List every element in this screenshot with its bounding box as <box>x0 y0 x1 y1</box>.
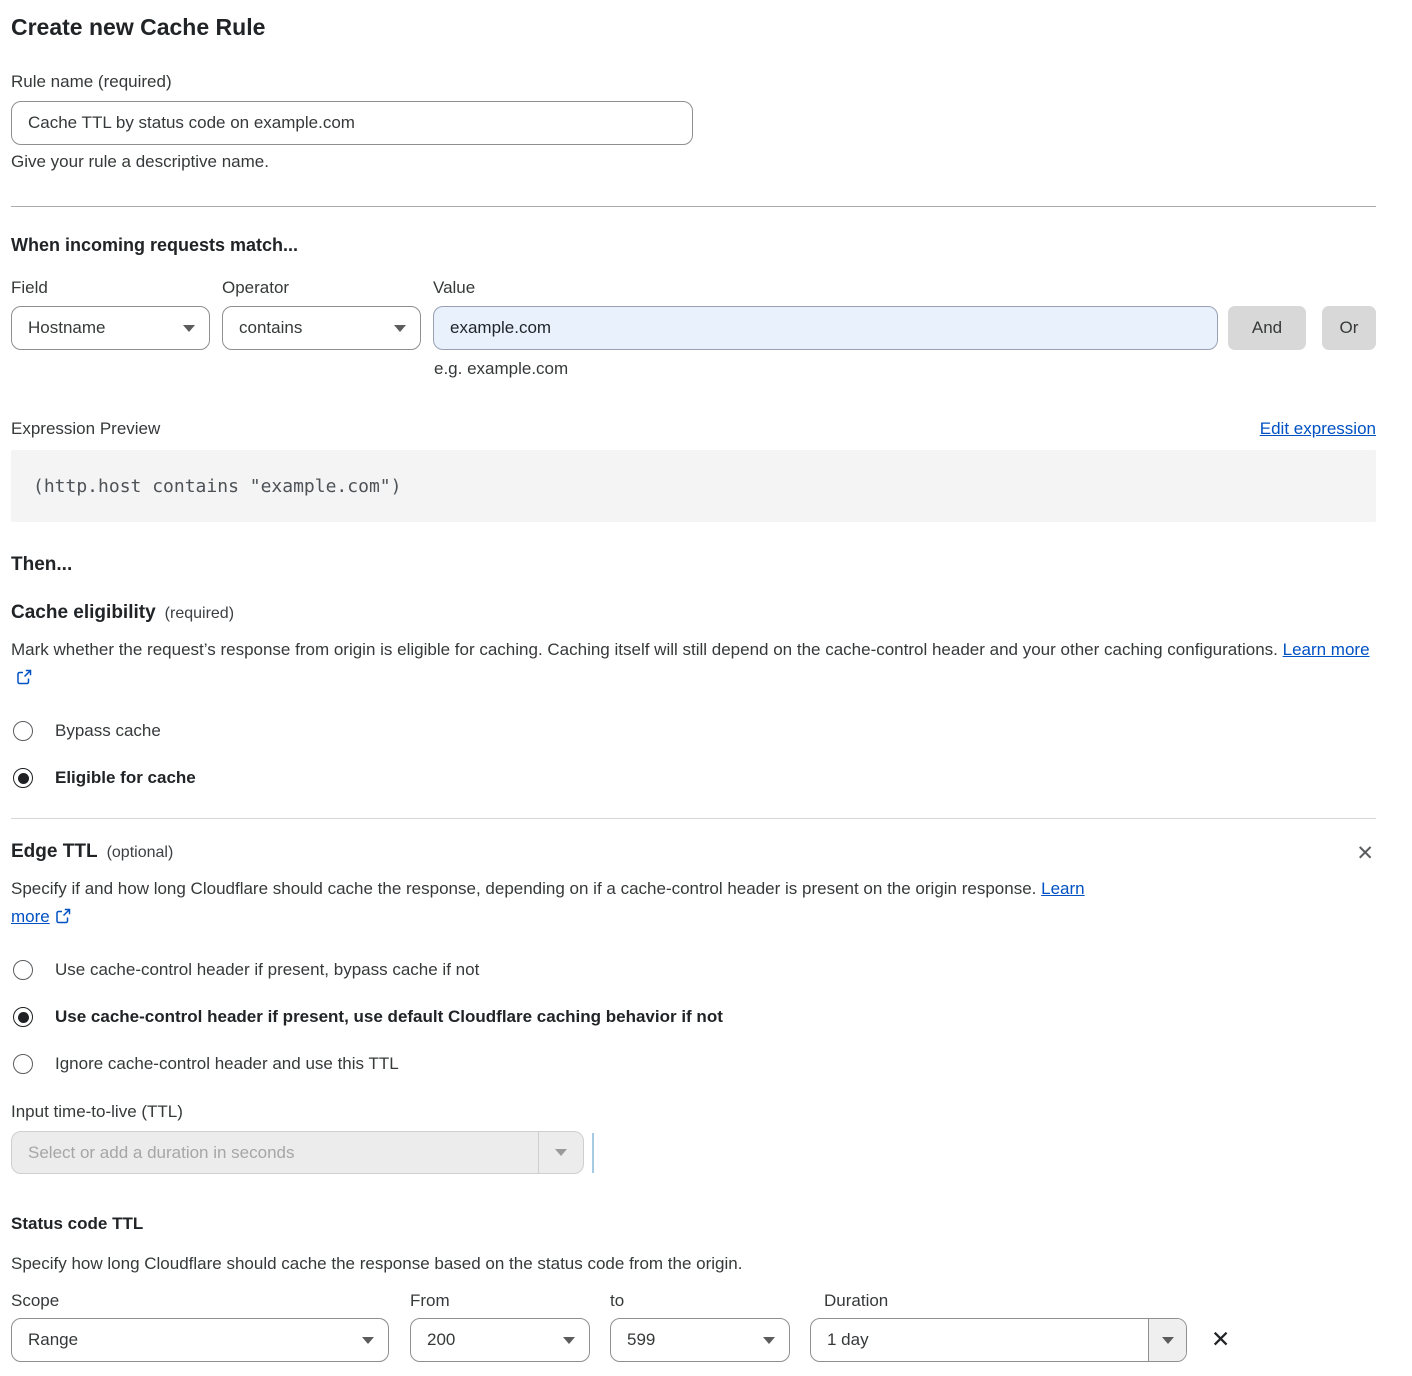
field-select[interactable]: Hostname <box>11 306 210 350</box>
section-divider <box>11 818 1376 819</box>
chevron-down-icon <box>1148 1319 1186 1361</box>
ttl-duration-select[interactable]: Select or add a duration in seconds <box>11 1131 584 1174</box>
chevron-down-icon <box>362 1337 374 1344</box>
scope-label: Scope <box>11 1291 410 1311</box>
value-input[interactable] <box>433 306 1218 350</box>
ttl-duration-placeholder: Select or add a duration in seconds <box>12 1132 538 1173</box>
edge-ttl-title: Edge TTL <box>11 841 98 862</box>
edge-ttl-description-text: Specify if and how long Cloudflare shoul… <box>11 879 1036 898</box>
section-divider <box>11 206 1376 207</box>
radio-option-eligible-for-cache[interactable]: Eligible for cache <box>11 768 1376 788</box>
match-heading: When incoming requests match... <box>11 235 1376 256</box>
status-code-ttl-description: Specify how long Cloudflare should cache… <box>11 1250 1376 1278</box>
expression-preview-box: (http.host contains "example.com") <box>11 450 1376 522</box>
ttl-input-label: Input time-to-live (TTL) <box>11 1102 1376 1122</box>
radio-option-use-header-bypass[interactable]: Use cache-control header if present, byp… <box>11 960 1376 980</box>
close-icon[interactable]: ✕ <box>1354 841 1376 866</box>
operator-select[interactable]: contains <box>222 306 421 350</box>
expression-code: (http.host contains "example.com") <box>33 476 401 497</box>
field-select-value: Hostname <box>28 318 183 338</box>
text-cursor-line <box>592 1133 594 1173</box>
and-button[interactable]: And <box>1228 306 1306 350</box>
rule-name-input[interactable] <box>11 101 693 145</box>
to-select-value: 599 <box>627 1330 763 1350</box>
page-title: Create new Cache Rule <box>11 12 1376 42</box>
edge-ttl-description: Specify if and how long Cloudflare shoul… <box>11 875 1111 933</box>
to-select[interactable]: 599 <box>610 1318 790 1362</box>
or-button[interactable]: Or <box>1322 306 1376 350</box>
external-link-icon <box>55 905 71 933</box>
scope-select-value: Range <box>28 1330 362 1350</box>
cache-eligibility-description: Mark whether the request’s response from… <box>11 636 1376 694</box>
from-select-value: 200 <box>427 1330 563 1350</box>
edit-expression-link[interactable]: Edit expression <box>1260 419 1376 439</box>
chevron-down-icon <box>394 325 406 332</box>
duration-select[interactable]: 1 day <box>810 1318 1187 1362</box>
edge-ttl-header: Edge TTL (optional) ✕ <box>11 841 1376 866</box>
external-link-icon <box>16 666 32 694</box>
optional-tag: (optional) <box>107 844 174 861</box>
expression-preview-header: Expression Preview Edit expression <box>11 419 1376 439</box>
from-select[interactable]: 200 <box>410 1318 590 1362</box>
chevron-down-icon <box>563 1337 575 1344</box>
radio-option-ignore-header[interactable]: Ignore cache-control header and use this… <box>11 1054 1376 1074</box>
radio-unchecked-icon[interactable] <box>13 1054 33 1074</box>
radio-label: Ignore cache-control header and use this… <box>55 1054 399 1074</box>
field-label: Field <box>11 278 222 298</box>
cache-eligibility-title: Cache eligibility <box>11 602 156 623</box>
create-cache-rule-form: Create new Cache Rule Rule name (require… <box>11 0 1376 1362</box>
radio-label: Bypass cache <box>55 721 161 741</box>
radio-checked-icon[interactable] <box>13 1007 33 1027</box>
duration-label: Duration <box>810 1291 888 1311</box>
rule-name-label: Rule name (required) <box>11 72 1376 92</box>
ttl-select-row: Select or add a duration in seconds <box>11 1131 1376 1174</box>
radio-checked-icon[interactable] <box>13 768 33 788</box>
scope-select[interactable]: Range <box>11 1318 389 1362</box>
required-tag: (required) <box>165 605 234 622</box>
status-code-ttl-heading: Status code TTL <box>11 1214 1376 1234</box>
match-condition-row: Hostname contains And Or <box>11 306 1376 350</box>
rule-name-help: Give your rule a descriptive name. <box>11 152 1376 172</box>
radio-unchecked-icon[interactable] <box>13 721 33 741</box>
radio-label: Use cache-control header if present, use… <box>55 1007 723 1027</box>
chevron-down-icon <box>183 325 195 332</box>
match-labels-row: Field Operator Value <box>11 278 1376 298</box>
chevron-down-icon <box>538 1132 583 1173</box>
edge-ttl-heading: Edge TTL (optional) <box>11 841 173 863</box>
duration-select-value: 1 day <box>811 1319 1148 1361</box>
radio-option-use-header-default[interactable]: Use cache-control header if present, use… <box>11 1007 1376 1027</box>
to-label: to <box>610 1291 810 1311</box>
operator-label: Operator <box>222 278 433 298</box>
cache-eligibility-heading: Cache eligibility (required) <box>11 602 1376 624</box>
operator-select-value: contains <box>239 318 394 338</box>
cache-eligibility-learn-more-link[interactable]: Learn more <box>1283 640 1370 659</box>
from-label: From <box>410 1291 610 1311</box>
expression-preview-label: Expression Preview <box>11 419 160 439</box>
radio-label: Use cache-control header if present, byp… <box>55 960 479 980</box>
status-code-labels-row: Scope From to Duration <box>11 1291 1376 1311</box>
cache-eligibility-description-text: Mark whether the request’s response from… <box>11 640 1278 659</box>
chevron-down-icon <box>763 1337 775 1344</box>
value-hint: e.g. example.com <box>434 359 1376 379</box>
value-label: Value <box>433 278 475 298</box>
then-heading: Then... <box>11 554 1376 576</box>
radio-unchecked-icon[interactable] <box>13 960 33 980</box>
status-code-ttl-row: Range 200 599 1 day ✕ <box>11 1318 1376 1362</box>
radio-label: Eligible for cache <box>55 768 196 788</box>
radio-option-bypass-cache[interactable]: Bypass cache <box>11 721 1376 741</box>
delete-row-icon[interactable]: ✕ <box>1211 1329 1230 1352</box>
